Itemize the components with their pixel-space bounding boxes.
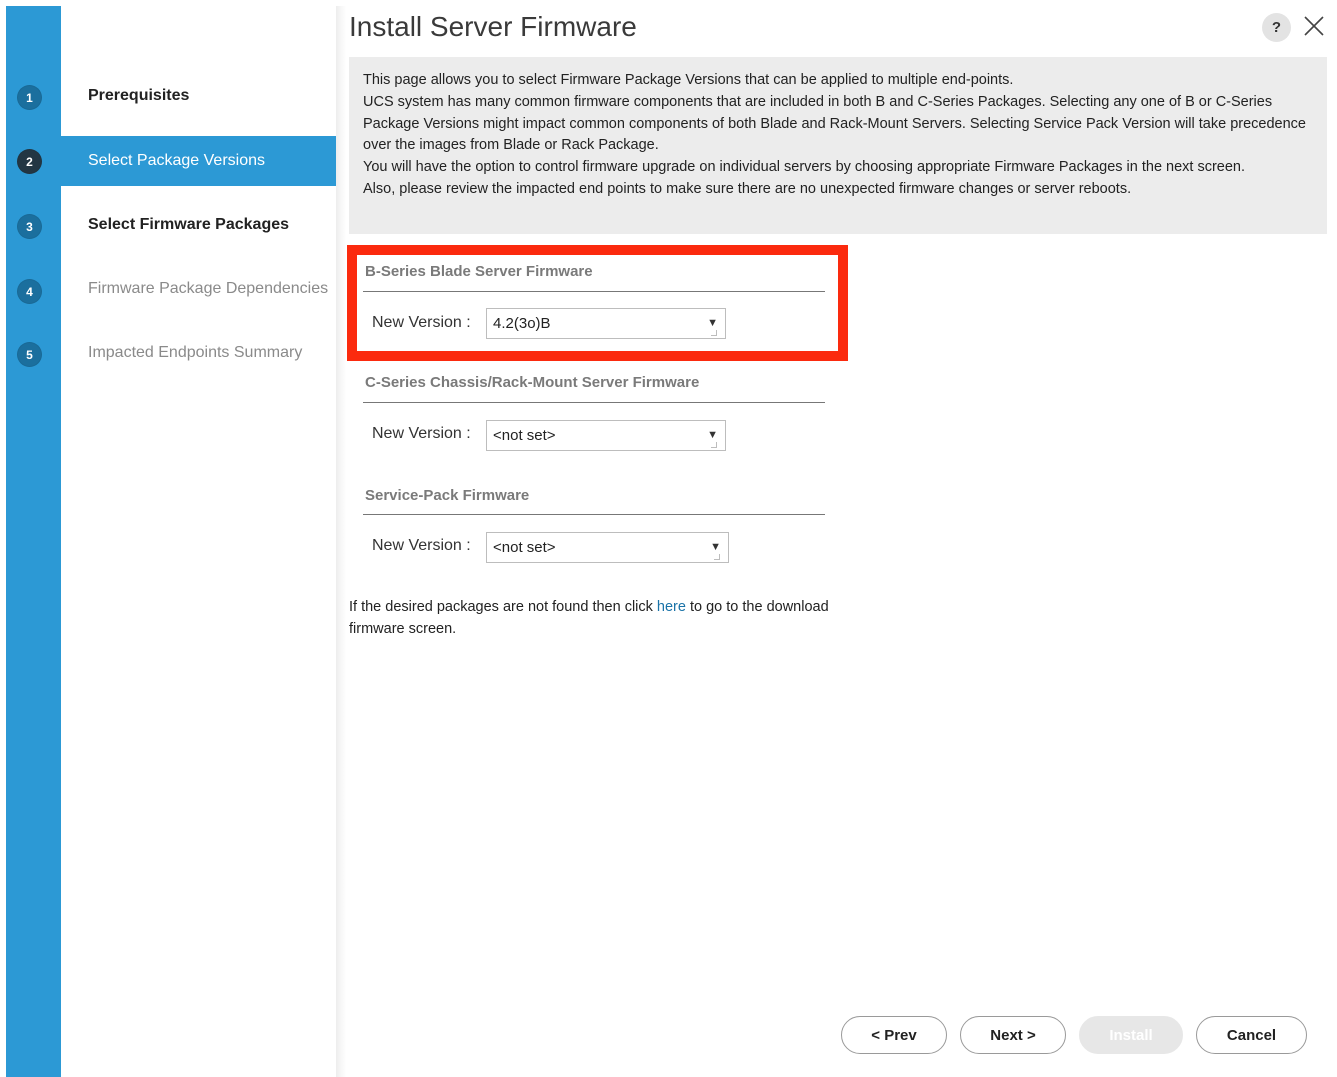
c-series-section-title: C-Series Chassis/Rack-Mount Server Firmw… [365,374,700,391]
service-pack-version-value: <not set> [493,539,556,556]
next-label: Next > [990,1026,1036,1044]
download-note: If the desired packages are not found th… [349,597,839,640]
c-series-version-select[interactable]: <not set> ▼ [486,420,726,451]
section-divider [363,514,825,515]
panel-divider [336,6,346,1077]
dropdown-arrow-icon: ▼ [710,541,721,553]
info-text-3: You will have the option to control firm… [363,159,1246,176]
c-series-version-value: <not set> [493,427,556,444]
help-label: ? [1271,19,1282,36]
step-label: Impacted Endpoints Summary [88,344,303,361]
resize-grip-icon [711,330,717,336]
next-button[interactable]: Next > [960,1016,1066,1054]
dialog-title: Install Server Firmware [349,11,637,42]
step-impacted-endpoints-summary[interactable]: Impacted Endpoints Summary [61,328,336,378]
resize-grip-icon [711,442,717,448]
info-text-1: This page allows you to select Firmware … [363,72,1014,88]
b-series-version-label: New Version : [372,314,471,331]
step-label: Select Package Versions [88,152,265,169]
step-prerequisites[interactable]: Prerequisites [61,71,336,121]
prev-label: < Prev [871,1026,917,1044]
install-label: Install [1109,1026,1153,1044]
section-divider [363,291,825,292]
step-2-number: 2 [17,149,42,174]
info-text-2: UCS system has many common firmware comp… [363,93,1306,154]
section-divider [363,402,825,403]
cancel-label: Cancel [1226,1026,1277,1044]
step-label: Prerequisites [88,87,190,104]
step-3-number: 3 [17,214,42,239]
help-icon[interactable]: ? [1262,13,1291,42]
close-icon[interactable] [1300,12,1328,40]
info-text-4: Also, please review the impacted end poi… [363,180,1132,197]
service-pack-section-title: Service-Pack Firmware [365,487,530,504]
b-series-version-select[interactable]: 4.2(3o)B ▼ [486,308,726,339]
dropdown-arrow-icon: ▼ [707,429,718,441]
step-firmware-package-dependencies[interactable]: Firmware Package Dependencies [61,264,336,314]
step-1-number: 1 [17,85,42,110]
install-firmware-dialog: 1 2 3 4 5 Prerequisites Select Package V… [0,0,1337,1077]
step-4-number: 4 [17,279,42,304]
note-text-before: If the desired packages are not found th… [349,599,657,615]
service-pack-version-label: New Version : [372,537,471,554]
b-series-section-title: B-Series Blade Server Firmware [365,263,593,280]
step-label: Select Firmware Packages [88,216,290,233]
step-select-package-versions[interactable]: Select Package Versions [61,136,336,186]
step-select-firmware-packages[interactable]: Select Firmware Packages [61,200,336,250]
step-label: Firmware Package Dependencies [88,280,329,297]
step-5-number: 5 [17,342,42,367]
c-series-version-label: New Version : [372,425,471,442]
dropdown-arrow-icon: ▼ [707,317,718,329]
prev-button[interactable]: < Prev [841,1016,947,1054]
download-firmware-link[interactable]: here [657,599,686,615]
cancel-button[interactable]: Cancel [1196,1016,1307,1054]
resize-grip-icon [714,554,720,560]
info-panel: This page allows you to select Firmware … [349,57,1327,234]
b-series-version-value: 4.2(3o)B [493,315,551,332]
service-pack-version-select[interactable]: <not set> ▼ [486,532,729,563]
install-button[interactable]: Install [1079,1016,1183,1054]
